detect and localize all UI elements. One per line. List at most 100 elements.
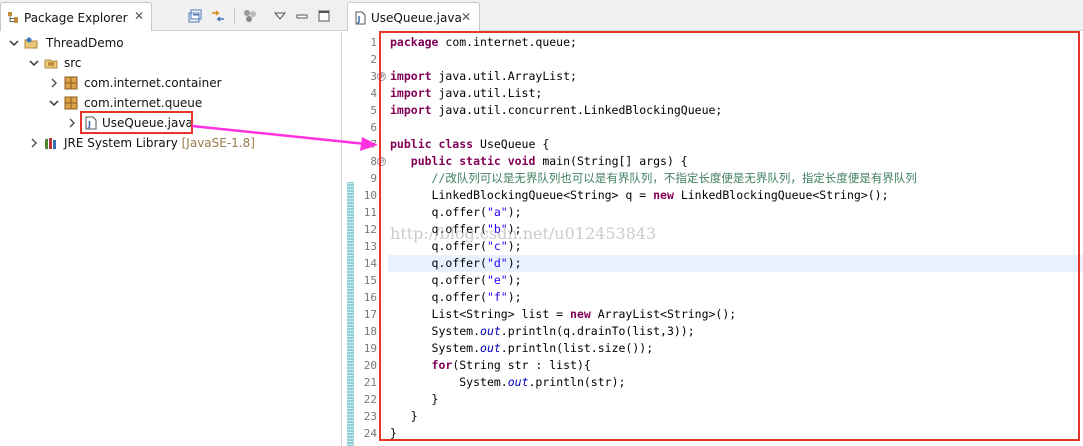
tree-item-src[interactable]: src — [0, 53, 340, 73]
code-line[interactable]: q.offer("a"); — [390, 204, 522, 221]
code-text: } — [390, 426, 397, 440]
code-line[interactable]: q.offer("c"); — [390, 238, 522, 255]
code-line[interactable]: List<String> list = new ArrayList<String… — [390, 306, 737, 323]
code-text: ); — [507, 256, 522, 270]
chevron-right-icon[interactable] — [66, 117, 78, 129]
tree-label-src: src — [64, 56, 82, 70]
java-file-icon: J — [355, 11, 366, 25]
line-number: 4 — [370, 87, 377, 100]
tree-item-project[interactable]: ThreadDemo — [0, 33, 340, 53]
tree-label-package-queue: com.internet.queue — [84, 96, 203, 110]
code-line[interactable]: q.offer("b"); — [390, 221, 522, 238]
code-text: .println(str); — [528, 375, 626, 389]
code-text: System. — [431, 324, 481, 338]
code-text: List<String> list = — [431, 307, 571, 321]
code-line[interactable]: import java.util.List; — [390, 85, 542, 102]
tree-item-package-container[interactable]: com.internet.container — [0, 73, 340, 93]
code-text: UseQueue { — [473, 137, 550, 151]
chevron-down-icon[interactable] — [28, 57, 40, 69]
line-number: 10 — [363, 189, 377, 202]
code-line[interactable]: } — [390, 408, 418, 425]
line-number: 15 — [363, 274, 377, 287]
code-line[interactable]: //改队列可以是无界队列也可以是有界队列，不指定长度便是无界队列，指定长度便是有… — [390, 170, 917, 187]
line-number: 12 — [363, 223, 377, 236]
minimize-icon[interactable] — [294, 8, 310, 24]
selection-highlight-box — [80, 111, 193, 134]
link-with-editor-icon[interactable] — [210, 8, 226, 24]
line-number-gutter: 1 2 3 4 5 6 7 8 9 10 11 12 13 14 15 16 17 18 19 20 21 22 23 24 ⊕… — [342, 31, 386, 446]
code-keyword: import — [390, 69, 432, 83]
tree-item-jre-library[interactable]: JRE System Library [JavaSE-1.8] — [0, 133, 340, 153]
code-line[interactable]: import java.util.concurrent.LinkedBlocki… — [390, 102, 722, 119]
code-keyword: public static void — [410, 154, 536, 168]
tree-item-package-queue[interactable]: com.internet.queue — [0, 93, 340, 113]
tree-label-package-container: com.internet.container — [84, 76, 222, 90]
package-explorer-tab[interactable]: Package Explorer ✕ — [0, 2, 152, 31]
code-text: System. — [431, 341, 481, 355]
library-icon — [45, 138, 56, 149]
code-line[interactable]: } — [390, 391, 439, 408]
line-number: 21 — [363, 376, 377, 389]
code-text: q.offer( — [431, 256, 487, 270]
close-icon[interactable]: ✕ — [461, 10, 471, 24]
collapse-all-icon[interactable] — [188, 8, 204, 24]
maximize-icon[interactable] — [316, 8, 332, 24]
filters-icon[interactable] — [242, 8, 258, 24]
code-line[interactable]: LinkedBlockingQueue<String> q = new Link… — [390, 187, 889, 204]
code-line[interactable]: System.out.println(q.drainTo(list,3)); — [390, 323, 695, 340]
code-line[interactable]: package com.internet.queue; — [390, 34, 577, 51]
code-line[interactable]: System.out.println(str); — [390, 374, 625, 391]
code-line[interactable]: q.offer("f"); — [390, 289, 522, 306]
code-text: java.util.concurrent.LinkedBlockingQueue… — [431, 103, 723, 117]
package-explorer-view: Package Explorer ✕ ThreadDemo src com.in… — [0, 0, 342, 446]
code-text: ); — [507, 222, 522, 236]
package-explorer-tabbar: Package Explorer ✕ — [0, 0, 342, 31]
line-number: 1 — [370, 36, 377, 49]
code-line[interactable]: q.offer("e"); — [390, 272, 522, 289]
code-text: LinkedBlockingQueue<String> q = — [431, 188, 654, 202]
code-text: System. — [459, 375, 508, 389]
chevron-down-icon[interactable] — [8, 37, 20, 49]
code-text-area[interactable]: package com.internet.queue; import java.u… — [388, 31, 1083, 446]
code-line[interactable]: for(String str : list){ — [390, 357, 591, 374]
view-menu-icon[interactable] — [272, 8, 288, 24]
line-number: 11 — [363, 206, 377, 219]
code-line[interactable]: } — [390, 425, 397, 442]
chevron-right-icon[interactable] — [28, 137, 40, 149]
tree-label-project: ThreadDemo — [46, 36, 124, 50]
code-string: "d" — [486, 256, 508, 270]
code-line[interactable]: System.out.println(list.size()); — [390, 340, 654, 357]
fold-toggle-icon[interactable]: ⊖ — [377, 157, 386, 166]
code-text: java.util.ArrayList; — [431, 69, 577, 83]
code-keyword: new — [653, 188, 674, 202]
chevron-down-icon[interactable] — [48, 97, 60, 109]
code-text: ArrayList<String>(); — [590, 307, 737, 321]
code-string: "c" — [486, 239, 508, 253]
code-keyword: for — [431, 358, 453, 372]
code-line[interactable]: public static void main(String[] args) { — [390, 153, 688, 170]
code-line[interactable]: import java.util.ArrayList; — [390, 68, 577, 85]
code-line[interactable]: q.offer("d"); — [390, 255, 522, 272]
code-string: "e" — [486, 273, 508, 287]
fold-toggle-icon[interactable]: ⊕ — [377, 72, 386, 81]
code-string: "f" — [486, 290, 508, 304]
line-number: 24 — [363, 427, 377, 440]
code-text: ); — [507, 273, 522, 287]
package-icon — [64, 76, 78, 90]
code-text: com.internet.queue; — [438, 35, 577, 49]
line-number: 8 — [370, 155, 377, 168]
java-project-icon — [24, 37, 38, 49]
editor-tab-usequeue[interactable]: J UseQueue.java ✕ — [347, 2, 480, 31]
code-line[interactable]: public class UseQueue { — [390, 136, 549, 153]
close-icon[interactable]: ✕ — [133, 10, 145, 22]
chevron-right-icon[interactable] — [48, 77, 60, 89]
line-number: 13 — [363, 240, 377, 253]
code-field: out — [480, 324, 501, 338]
